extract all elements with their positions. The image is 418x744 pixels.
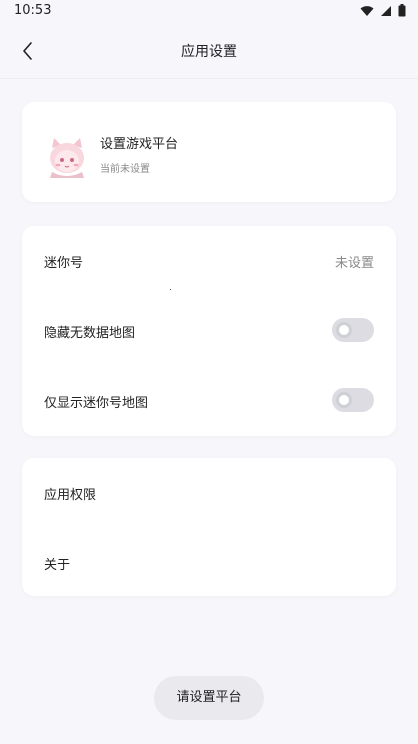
misc-card: 应用权限 关于 xyxy=(22,458,396,596)
battery-icon xyxy=(398,4,406,17)
app-bar: 应用设置 xyxy=(0,24,418,79)
hide-empty-maps-label: 隐藏无数据地图 xyxy=(44,326,136,341)
about-row[interactable]: 关于 xyxy=(22,528,396,598)
avatar xyxy=(50,138,84,178)
permissions-row[interactable]: 应用权限 xyxy=(22,458,396,528)
status-bar: 10:53 xyxy=(0,0,418,24)
hide-empty-maps-row: 隐藏无数据地图 xyxy=(22,296,396,366)
toast-message: 请设置平台 xyxy=(154,676,264,720)
mini-id-value: 未设置 xyxy=(334,256,374,271)
status-icons xyxy=(360,4,406,17)
wifi-icon xyxy=(360,5,374,16)
show-mini-maps-row: 仅显示迷你号地图 xyxy=(22,366,396,436)
platform-title: 设置游戏平台 xyxy=(100,137,179,152)
platform-subtitle: 当前未设置 xyxy=(100,164,150,175)
page-title: 应用设置 xyxy=(181,44,237,60)
permissions-label: 应用权限 xyxy=(44,488,97,503)
show-mini-maps-label: 仅显示迷你号地图 xyxy=(44,396,149,411)
about-label: 关于 xyxy=(44,558,71,573)
show-mini-maps-toggle[interactable] xyxy=(332,388,374,412)
hide-empty-maps-toggle[interactable] xyxy=(332,318,374,342)
status-time: 10:53 xyxy=(14,3,52,18)
mini-id-label: 迷你号 xyxy=(44,256,84,271)
settings-card: 迷你号 未设置 隐藏无数据地图 仅显示迷你号地图 xyxy=(22,226,396,436)
game-platform-card[interactable]: 设置游戏平台 当前未设置 xyxy=(22,102,396,202)
signal-icon xyxy=(381,5,391,16)
mini-id-row[interactable]: 迷你号 未设置 xyxy=(22,226,396,296)
stray-dot xyxy=(170,289,171,290)
toggle-knob xyxy=(336,392,352,408)
toggle-knob xyxy=(336,322,352,338)
